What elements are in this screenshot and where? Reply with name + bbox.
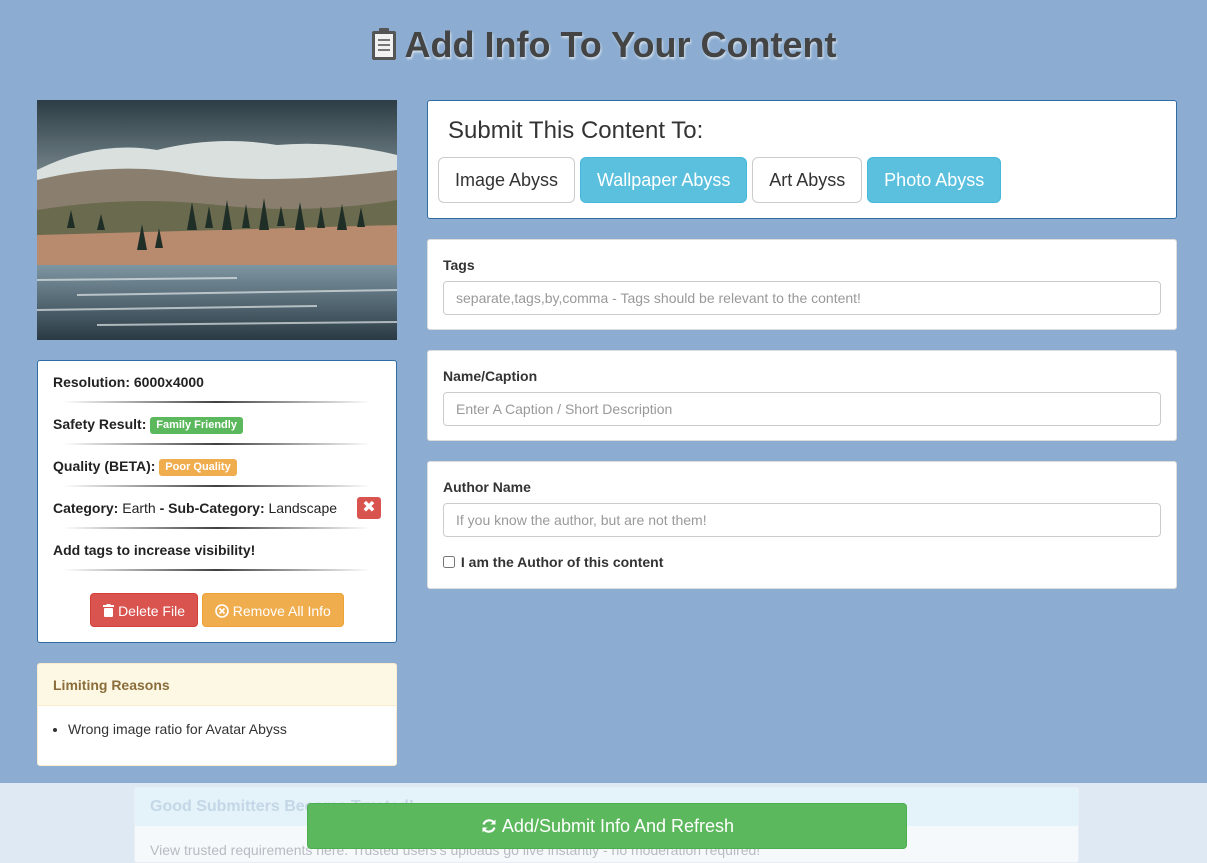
limiting-reasons-heading: Limiting Reasons bbox=[38, 664, 396, 706]
caption-input[interactable] bbox=[443, 392, 1161, 426]
category-separator: - bbox=[159, 500, 165, 516]
submit-to-panel: Submit This Content To: Image Abyss Wall… bbox=[427, 100, 1177, 219]
remove-all-info-button[interactable]: Remove All Info bbox=[201, 593, 344, 627]
delete-file-button[interactable]: Delete File bbox=[90, 593, 198, 627]
abyss-button-group: Image Abyss Wallpaper Abyss Art Abyss Ph… bbox=[438, 157, 1002, 203]
tags-hint: Add tags to increase visibility! bbox=[53, 542, 256, 558]
subcategory-label: Sub-Category: bbox=[168, 500, 265, 516]
content-info-panel: Resolution: 6000x4000 Safety Result: Fam… bbox=[37, 360, 397, 643]
resolution-label: Resolution: bbox=[53, 374, 130, 390]
author-checkbox[interactable] bbox=[443, 556, 455, 568]
image-abyss-toggle[interactable]: Image Abyss bbox=[438, 157, 576, 203]
art-abyss-toggle[interactable]: Art Abyss bbox=[752, 157, 863, 203]
limiting-reasons-panel: Limiting Reasons Wrong image ratio for A… bbox=[37, 663, 397, 766]
remove-all-info-label: Remove All Info bbox=[232, 603, 331, 619]
quality-label: Quality (BETA): bbox=[53, 458, 156, 474]
safety-row: Safety Result: Family Friendly bbox=[53, 403, 381, 445]
safety-label: Safety Result: bbox=[53, 416, 147, 432]
tags-label: Tags bbox=[443, 257, 475, 273]
photo-abyss-toggle[interactable]: Photo Abyss bbox=[867, 157, 1002, 203]
page-title: Add Info To Your Content bbox=[0, 24, 1207, 70]
remove-category-button[interactable]: ✖ bbox=[357, 497, 381, 519]
trash-icon bbox=[103, 603, 118, 619]
delete-file-label: Delete File bbox=[118, 603, 185, 619]
caption-label: Name/Caption bbox=[443, 368, 538, 384]
author-checkbox-label: I am the Author of this content bbox=[460, 554, 664, 570]
author-panel: Author Name I am the Author of this cont… bbox=[427, 461, 1177, 589]
tags-input[interactable] bbox=[443, 281, 1161, 315]
quality-row: Quality (BETA): Poor Quality bbox=[53, 445, 381, 487]
subcategory-value: Landscape bbox=[268, 500, 338, 516]
submit-to-heading: Submit This Content To: bbox=[448, 117, 704, 144]
limiting-reasons-list: Wrong image ratio for Avatar Abyss bbox=[38, 706, 396, 737]
close-icon: ✖ bbox=[362, 499, 376, 516]
content-thumbnail bbox=[37, 100, 397, 340]
category-row: Category: Earth - Sub-Category: Landscap… bbox=[53, 487, 381, 529]
tags-hint-row: Add tags to increase visibility! bbox=[53, 529, 381, 571]
resolution-value: 6000x4000 bbox=[133, 374, 204, 390]
caption-panel: Name/Caption bbox=[427, 350, 1177, 441]
submit-refresh-label: Add/Submit Info And Refresh bbox=[501, 816, 735, 836]
submit-refresh-button[interactable]: Add/Submit Info And Refresh bbox=[307, 803, 907, 849]
page-title-text: Add Info To Your Content bbox=[404, 24, 837, 65]
author-label: Author Name bbox=[443, 479, 531, 495]
author-checkbox-row[interactable]: I am the Author of this content bbox=[443, 554, 663, 570]
info-actions: Delete File Remove All Info bbox=[38, 593, 396, 627]
category-label: Category: bbox=[53, 500, 119, 516]
list-item: Wrong image ratio for Avatar Abyss bbox=[68, 721, 396, 737]
trusted-text-before: View trusted requirements bbox=[150, 842, 317, 858]
wallpaper-abyss-toggle[interactable]: Wallpaper Abyss bbox=[579, 157, 748, 203]
author-input[interactable] bbox=[443, 503, 1161, 537]
resolution-row: Resolution: 6000x4000 bbox=[53, 361, 381, 403]
quality-badge: Poor Quality bbox=[159, 459, 237, 476]
clipboard-icon bbox=[371, 27, 397, 70]
safety-badge: Family Friendly bbox=[150, 417, 243, 434]
circle-x-icon bbox=[215, 603, 233, 619]
category-value: Earth bbox=[122, 500, 156, 516]
tags-panel: Tags bbox=[427, 239, 1177, 330]
refresh-icon bbox=[480, 807, 498, 851]
